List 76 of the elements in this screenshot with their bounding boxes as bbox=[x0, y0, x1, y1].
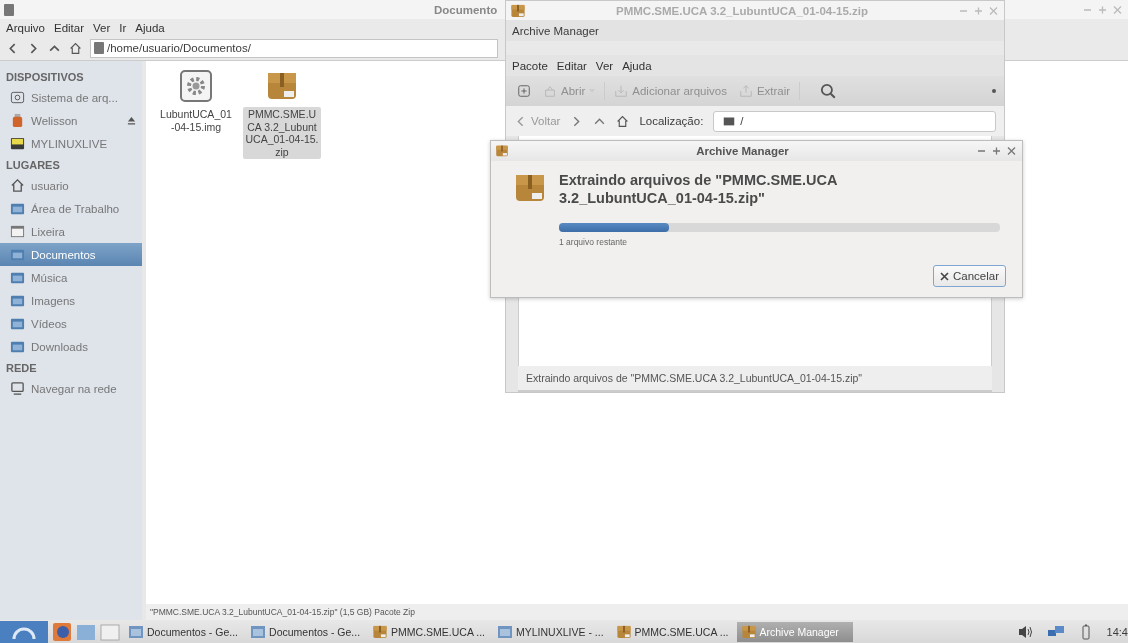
volume-icon[interactable] bbox=[1016, 623, 1035, 640]
taskbar-button[interactable]: Documentos - Ge... bbox=[246, 621, 365, 642]
box-icon bbox=[543, 84, 557, 98]
home-icon bbox=[10, 178, 25, 193]
menu-item[interactable]: Ajuda bbox=[135, 21, 165, 34]
file-name[interactable]: PMMC.SME.UCA 3.2_LubuntUCA_01-04-15.zip bbox=[243, 107, 321, 160]
trash-icon bbox=[10, 224, 25, 239]
tray-in-icon bbox=[614, 84, 629, 98]
sidebar-item[interactable]: Welisson bbox=[0, 109, 142, 132]
folder-icon bbox=[10, 201, 25, 216]
folder-icon bbox=[10, 270, 25, 285]
app-name: Archive Manager bbox=[512, 24, 599, 37]
archive-icon bbox=[372, 623, 389, 640]
menu-item[interactable]: Ajuda bbox=[622, 59, 652, 72]
sidebar-item[interactable]: Imagens bbox=[0, 289, 142, 312]
more-icon[interactable] bbox=[992, 89, 996, 93]
folder-icon bbox=[128, 623, 144, 640]
location-label: Localização: bbox=[639, 115, 704, 127]
folder-icon bbox=[10, 339, 25, 354]
window-title: PMMC.SME.UCA 3.2_LubuntUCA_01-04-15.zip bbox=[615, 4, 869, 17]
dialog-heading: Extraindo arquivos de "PMMC.SME.UCA 3.2_LubuntUCA_01-04-15.zip" bbox=[559, 171, 838, 208]
section-heading: LUGARES bbox=[5, 158, 61, 173]
status-text: Extraindo arquivos de "PMMC.SME.UCA 3.2_LubuntUCA_01-04-15.zip" bbox=[518, 366, 992, 392]
archive-icon bbox=[615, 623, 632, 640]
menu-item[interactable]: Editar bbox=[556, 59, 587, 72]
menu-item[interactable]: Ver bbox=[93, 21, 111, 34]
dialog-title: Archive Manager bbox=[695, 145, 790, 157]
taskbar-button[interactable]: Documentos - Ge... bbox=[124, 621, 243, 642]
archive-icon bbox=[740, 623, 757, 640]
section-heading: REDE bbox=[5, 361, 38, 376]
remaining-text: 1 arquivo restante bbox=[559, 237, 629, 248]
drive-icon bbox=[10, 90, 25, 105]
folder-icon bbox=[250, 623, 267, 640]
document-icon bbox=[94, 42, 104, 54]
folder-icon bbox=[10, 247, 25, 262]
computer-icon bbox=[10, 381, 25, 396]
usb-drive-icon bbox=[10, 113, 25, 128]
archive-icon bbox=[495, 144, 509, 158]
menu-item[interactable]: Ir bbox=[119, 21, 127, 34]
status-text: "PMMC.SME.UCA 3.2_LubuntUCA_01-04-15.zip" (1,5 GB) Pacote Zip bbox=[146, 604, 1128, 620]
menu-item[interactable]: Pacote bbox=[512, 59, 548, 72]
taskbar-button[interactable]: PMMC.SME.UCA ... bbox=[611, 621, 733, 642]
sidebar-item[interactable]: Downloads bbox=[0, 335, 142, 358]
sidebar-item[interactable]: MYLINUXLIVE bbox=[0, 132, 142, 155]
folder-icon bbox=[10, 293, 25, 308]
home-icon[interactable] bbox=[616, 114, 630, 128]
taskbar-button[interactable]: MYLINUXLIVE - ... bbox=[493, 621, 608, 642]
window-controls-icon[interactable] bbox=[976, 146, 1018, 156]
cancel-button[interactable]: Cancelar bbox=[932, 265, 1006, 288]
close-icon bbox=[939, 271, 949, 281]
file-name[interactable]: LubuntUCA_01-04-15.img bbox=[157, 107, 235, 135]
clock: 14:4 bbox=[1106, 625, 1128, 638]
menu-item[interactable]: Ver bbox=[595, 59, 614, 72]
sidebar-item[interactable]: Vídeos bbox=[0, 312, 142, 335]
sidebar-item[interactable]: Área de Trabalho bbox=[0, 197, 142, 220]
sidebar-item[interactable]: usuario bbox=[0, 174, 142, 197]
home-icon[interactable] bbox=[69, 41, 82, 55]
eject-icon[interactable] bbox=[127, 116, 136, 125]
path-field[interactable]: /home/usuario/Documentos/ bbox=[90, 38, 498, 58]
sidebar-item[interactable]: Música bbox=[0, 266, 142, 289]
browser-icon[interactable] bbox=[52, 621, 72, 642]
folder-icon bbox=[497, 623, 514, 640]
location-field[interactable]: / bbox=[713, 110, 996, 132]
window-title: Documento bbox=[434, 3, 498, 16]
document-icon bbox=[4, 3, 14, 16]
menu-item[interactable]: Editar bbox=[54, 21, 85, 34]
tray-out-icon bbox=[738, 84, 753, 98]
taskbar-button[interactable]: PMMC.SME.UCA ... bbox=[368, 621, 490, 642]
menu-item[interactable]: Arquivo bbox=[6, 21, 45, 34]
sidebar-item[interactable]: Sistema de arq... bbox=[0, 86, 142, 109]
section-heading: DISPOSITIVOS bbox=[5, 70, 85, 85]
gear-file-icon[interactable] bbox=[179, 69, 213, 103]
folder-icon bbox=[10, 316, 25, 331]
start-button[interactable] bbox=[0, 620, 48, 643]
search-icon[interactable] bbox=[819, 82, 838, 100]
sidebar-item[interactable]: Navegar na rede bbox=[0, 377, 142, 400]
